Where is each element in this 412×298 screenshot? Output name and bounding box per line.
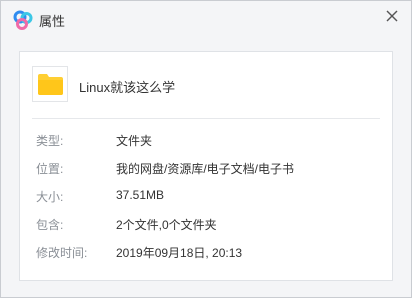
property-label: 类型: (36, 134, 64, 148)
property-value: 2个文件,0个文件夹 (116, 218, 217, 232)
folder-thumbnail (32, 66, 68, 102)
file-name: Linux就该这么学 (79, 80, 176, 95)
property-label: 大小: (36, 190, 64, 204)
property-value: 37.51MB (116, 188, 165, 202)
properties-dialog: 属性 Linux就该这么学 类型: 文件夹 位置: 我的网盘/资源库/电子文档/… (0, 0, 412, 298)
property-value: 我的网盘/资源库/电子文档/电子书 (116, 162, 295, 176)
divider (32, 118, 380, 119)
dialog-title: 属性 (39, 14, 66, 29)
property-row-location: 位置: 我的网盘/资源库/电子文档/电子书 (20, 158, 392, 178)
property-label: 包含: (36, 218, 64, 232)
folder-icon (38, 74, 63, 95)
property-value: 文件夹 (116, 134, 153, 148)
property-row-size: 大小: 37.51MB (20, 186, 392, 206)
properties-panel: Linux就该这么学 类型: 文件夹 位置: 我的网盘/资源库/电子文档/电子书… (19, 51, 393, 281)
property-label: 修改时间: (36, 246, 88, 260)
property-row-modified: 修改时间: 2019年09月18日, 20:13 (20, 242, 392, 262)
title-bar: 属性 (1, 1, 411, 39)
property-label: 位置: (36, 162, 64, 176)
file-header: Linux就该这么学 (20, 52, 392, 120)
property-value: 2019年09月18日, 20:13 (116, 246, 243, 260)
close-icon[interactable] (383, 7, 401, 25)
property-row-contains: 包含: 2个文件,0个文件夹 (20, 214, 392, 234)
property-row-type: 类型: 文件夹 (20, 130, 392, 150)
app-logo-icon (13, 10, 33, 30)
